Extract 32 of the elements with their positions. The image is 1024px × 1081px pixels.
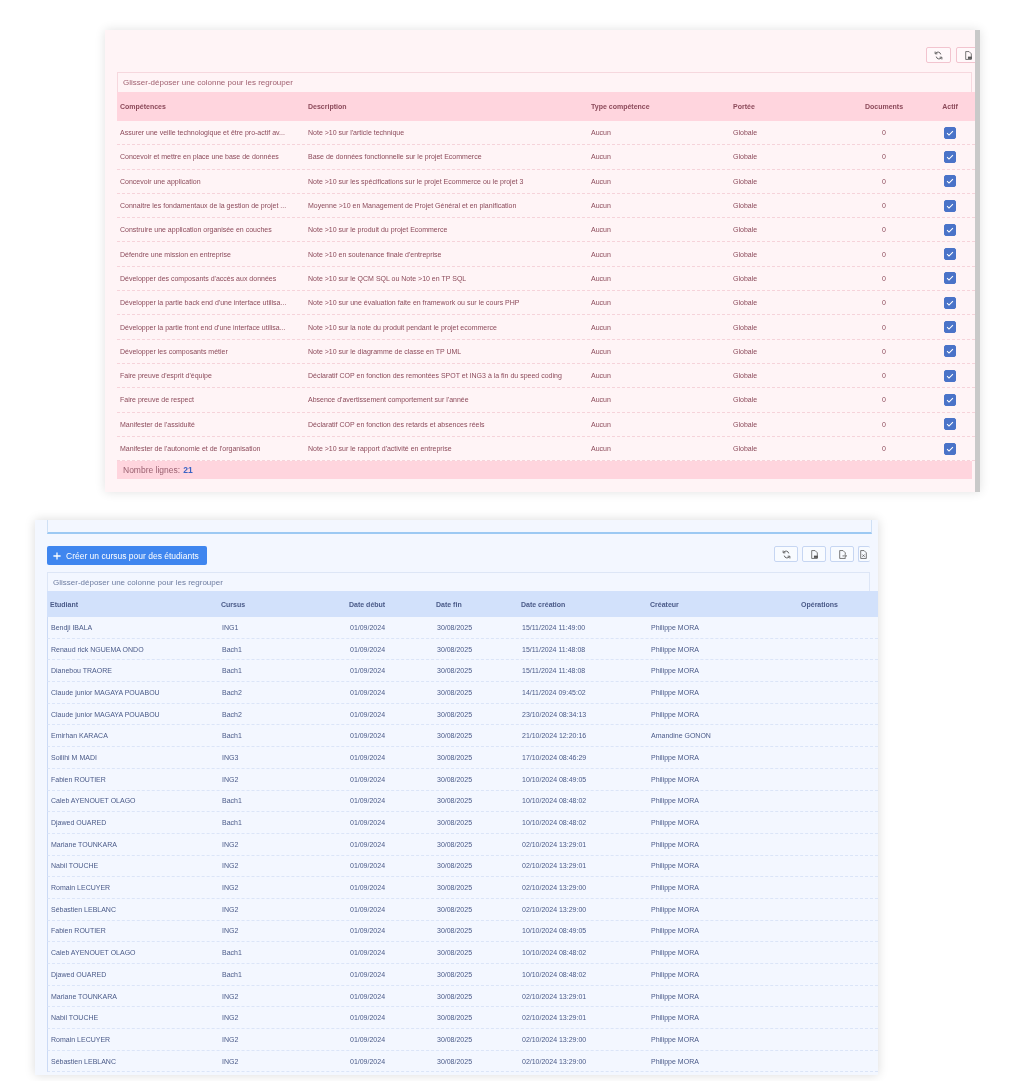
plus-icon xyxy=(53,551,61,560)
group-hint: Glisser-déposer une colonne pour les regrouper xyxy=(53,577,223,587)
row-count: 21 xyxy=(183,465,193,476)
spreadsheet-file-icon xyxy=(859,549,868,559)
file-export-icon xyxy=(837,549,847,559)
refresh-icon xyxy=(781,549,791,559)
toolbar-button[interactable] xyxy=(956,47,975,63)
checkbox[interactable] xyxy=(944,442,956,455)
pdf-file-icon xyxy=(809,549,819,559)
checkbox[interactable] xyxy=(944,321,956,333)
row-count-label: Nombre lignes: xyxy=(123,465,181,476)
checkbox[interactable] xyxy=(944,369,956,382)
toolbar-button[interactable] xyxy=(858,546,870,562)
checkbox[interactable] xyxy=(944,248,956,261)
checkbox[interactable] xyxy=(944,272,956,285)
checkbox[interactable] xyxy=(944,418,956,431)
toolbar-button[interactable] xyxy=(774,546,798,562)
checkbox[interactable] xyxy=(944,126,956,139)
toolbar-button[interactable] xyxy=(926,47,951,63)
checkbox[interactable] xyxy=(944,175,956,188)
group-hint: Glisser-déposer une colonne pour les regrouper xyxy=(123,78,293,87)
pdf-file-icon xyxy=(964,50,973,60)
checkbox[interactable] xyxy=(944,223,956,236)
toolbar-button[interactable] xyxy=(802,546,826,562)
checkbox[interactable] xyxy=(944,345,956,358)
refresh-icon xyxy=(934,50,943,60)
create-button[interactable]: Créer un cursus pour des étudiants xyxy=(47,546,207,565)
checkbox[interactable] xyxy=(944,150,956,163)
checkbox[interactable] xyxy=(944,199,956,212)
checkbox[interactable] xyxy=(944,393,956,406)
toolbar-button[interactable] xyxy=(830,546,854,562)
checkbox[interactable] xyxy=(944,296,956,309)
